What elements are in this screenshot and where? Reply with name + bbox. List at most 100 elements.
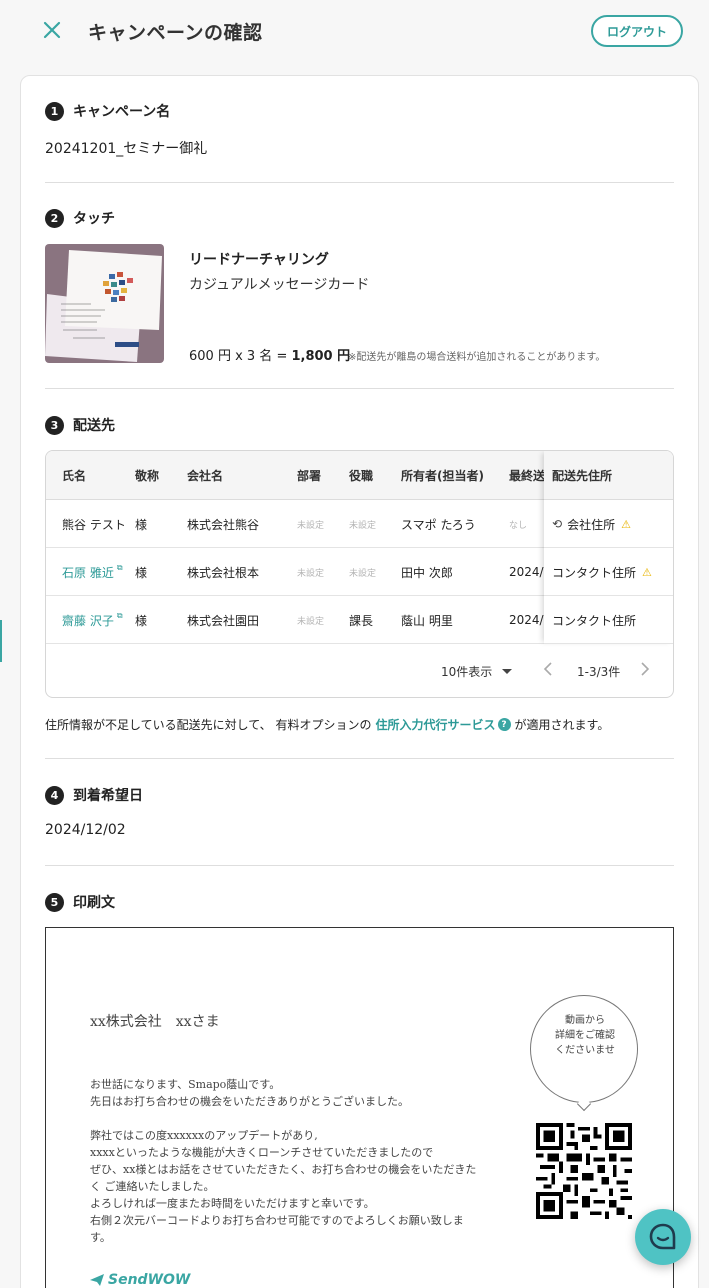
header: キャンペーンの確認 ログアウト bbox=[0, 0, 709, 62]
address-column: 配送先住所 ⟲ 会社住所 ⚠ コンタクト住所 ⚠ コンタクト住所 bbox=[544, 451, 673, 644]
brand-name: SendWOW bbox=[108, 1272, 191, 1288]
recipient-name-link[interactable]: 齋藤 沢子 ⧉ bbox=[62, 596, 123, 644]
step-number: 1 bbox=[45, 101, 64, 121]
recipient-position: 未設定 bbox=[349, 520, 377, 531]
qr-code bbox=[536, 1123, 632, 1219]
print-addressee: xx株式会社 xxさま bbox=[90, 1014, 220, 1030]
print-line: xxxxといったような機能が大きくローンチさせていただきましたので bbox=[90, 1146, 434, 1159]
recipient-position: 課長 bbox=[349, 613, 374, 628]
touch-price: 600 円 x 3 名 = 1,800 円 bbox=[189, 345, 350, 364]
section-arrival-date: 4 到着希望日 bbox=[45, 785, 143, 805]
sync-icon: ⟲ bbox=[552, 517, 563, 531]
print-line: お世話になります、Smapo蔭山です。 bbox=[90, 1078, 281, 1091]
help-icon[interactable]: ? bbox=[497, 718, 511, 731]
touch-type: カジュアルメッセージカード bbox=[189, 277, 370, 293]
recipient-company: 株式会社園田 bbox=[187, 613, 260, 628]
recipient-company: 株式会社根本 bbox=[187, 565, 260, 580]
touch-name: リードナーチャリング bbox=[189, 252, 329, 268]
chat-button[interactable] bbox=[635, 1209, 691, 1265]
address-value: コンタクト住所 bbox=[552, 596, 636, 644]
recipient-honorific: 様 bbox=[135, 565, 148, 580]
print-body: お世話になります、Smapo蔭山です。 先日はお打ち合わせの機会をいただきありが… bbox=[90, 1076, 500, 1246]
per-page-select[interactable]: 10件表示 bbox=[441, 663, 513, 680]
page-range: 1-3/3件 bbox=[577, 665, 621, 679]
recipient-department: 未設定 bbox=[297, 520, 325, 531]
address-service-note: 住所情報が不足している配送先に対して、 有料オプションの 住所入力代行サービス … bbox=[45, 716, 609, 733]
col-position[interactable]: 役職 bbox=[349, 451, 373, 500]
recipient-owner: 田中 次郎 bbox=[401, 565, 453, 580]
section-title: 配送先 bbox=[73, 418, 115, 434]
col-company[interactable]: 会社名 bbox=[187, 451, 223, 500]
arrival-date-value: 2024/12/02 bbox=[45, 822, 126, 838]
col-department[interactable]: 部署 bbox=[297, 451, 321, 500]
per-page-label: 10件表示 bbox=[441, 665, 493, 679]
chat-icon bbox=[649, 1223, 676, 1250]
recipient-last-sent: 2024/0 bbox=[509, 613, 545, 627]
logout-button[interactable]: ログアウト bbox=[591, 15, 683, 47]
print-line: 弊社ではこの度xxxxxxのアップデートがあり, bbox=[90, 1129, 318, 1142]
step-number: 2 bbox=[45, 208, 64, 228]
note-after: が適用されます。 bbox=[514, 718, 610, 732]
recipient-honorific: 様 bbox=[135, 517, 148, 532]
recipient-owner: スマポ たろう bbox=[401, 517, 476, 532]
external-link-icon: ⧉ bbox=[116, 611, 123, 620]
col-name[interactable]: 氏名 bbox=[62, 451, 86, 500]
address-type: 会社住所 bbox=[567, 517, 616, 532]
campaign-summary-card: 1 キャンペーン名 20241201_セミナー御礼 2 タッチ リードナーチャリ… bbox=[20, 75, 699, 1288]
chevron-down-icon bbox=[502, 669, 513, 674]
address-cell: ⟲ 会社住所 ⚠ bbox=[544, 500, 673, 548]
print-line: く ご連絡いたしました。 bbox=[90, 1180, 215, 1193]
divider bbox=[45, 865, 674, 866]
recipient-last-sent: 2024/0 bbox=[509, 565, 545, 579]
section-touch: 2 タッチ bbox=[45, 208, 115, 228]
message-card-thumbnail bbox=[45, 244, 164, 363]
recipient-name[interactable]: 齋藤 沢子 bbox=[62, 612, 114, 629]
section-campaign-name: 1 キャンペーン名 bbox=[45, 101, 170, 121]
campaign-name-value: 20241201_セミナー御礼 bbox=[45, 141, 208, 157]
chevron-left-icon bbox=[543, 662, 552, 676]
prev-page-button[interactable] bbox=[543, 662, 553, 680]
scroll-indicator bbox=[0, 620, 2, 662]
page-title: キャンペーンの確認 bbox=[88, 22, 263, 44]
col-last-sent[interactable]: 最終送 bbox=[509, 451, 545, 500]
col-address[interactable]: 配送先住所 bbox=[552, 451, 612, 500]
price-total: 1,800 円 bbox=[291, 349, 351, 364]
print-line: す。 bbox=[90, 1231, 111, 1244]
recipient-position: 未設定 bbox=[349, 568, 377, 579]
next-page-button[interactable] bbox=[640, 662, 650, 680]
chevron-right-icon bbox=[641, 662, 650, 676]
section-title: タッチ bbox=[73, 211, 115, 227]
close-icon bbox=[43, 21, 61, 39]
print-preview: xx株式会社 xxさま お世話になります、Smapo蔭山です。 先日はお打ち合わ… bbox=[45, 927, 674, 1288]
col-honorific[interactable]: 敬称 bbox=[135, 451, 159, 500]
address-service-link[interactable]: 住所入力代行サービス bbox=[376, 716, 496, 733]
close-button[interactable] bbox=[40, 18, 64, 42]
external-link-icon: ⧉ bbox=[116, 563, 123, 572]
warning-icon: ⚠ bbox=[621, 517, 631, 531]
pagination: 10件表示 1-3/3件 bbox=[46, 645, 673, 697]
recipient-name-link[interactable]: 石原 雅近 ⧉ bbox=[62, 548, 123, 596]
recipient-company: 株式会社熊谷 bbox=[187, 517, 260, 532]
address-cell: コンタクト住所 ⚠ bbox=[544, 548, 673, 596]
recipient-department: 未設定 bbox=[297, 568, 325, 579]
divider bbox=[45, 182, 674, 183]
divider bbox=[45, 758, 674, 759]
recipient-honorific: 様 bbox=[135, 613, 148, 628]
section-print-text: 5 印刷文 bbox=[45, 892, 115, 912]
recipient-name[interactable]: 石原 雅近 bbox=[62, 564, 114, 581]
note-before: 住所情報が不足している配送先に対して、 有料オプションの bbox=[45, 718, 372, 732]
address-value: ⟲ 会社住所 ⚠ bbox=[552, 500, 631, 548]
step-number: 4 bbox=[45, 785, 64, 805]
divider bbox=[45, 388, 674, 389]
recipient-name: 熊谷 テスト bbox=[62, 517, 126, 532]
speech-bubble: 動画から 詳細をご確認 くださいませ bbox=[530, 995, 638, 1103]
address-cell: コンタクト住所 bbox=[544, 596, 673, 644]
print-line: ぜひ、xx様とはお話をさせていただきたく、お打ち合わせの機会をいただきた bbox=[90, 1163, 477, 1176]
bubble-text: 動画から 詳細をご確認 くださいませ bbox=[531, 1013, 639, 1058]
print-line: よろしければ一度またお時間をいただけますと幸いです。 bbox=[90, 1197, 375, 1210]
col-owner[interactable]: 所有者(担当者) bbox=[401, 451, 484, 500]
price-formula: 600 円 x 3 名 = bbox=[189, 349, 292, 364]
bubble-line: 詳細をご確認 bbox=[555, 1030, 615, 1041]
print-line: 先日はお打ち合わせの機会をいただきありがとうございました。 bbox=[90, 1095, 409, 1108]
step-number: 3 bbox=[45, 415, 64, 435]
